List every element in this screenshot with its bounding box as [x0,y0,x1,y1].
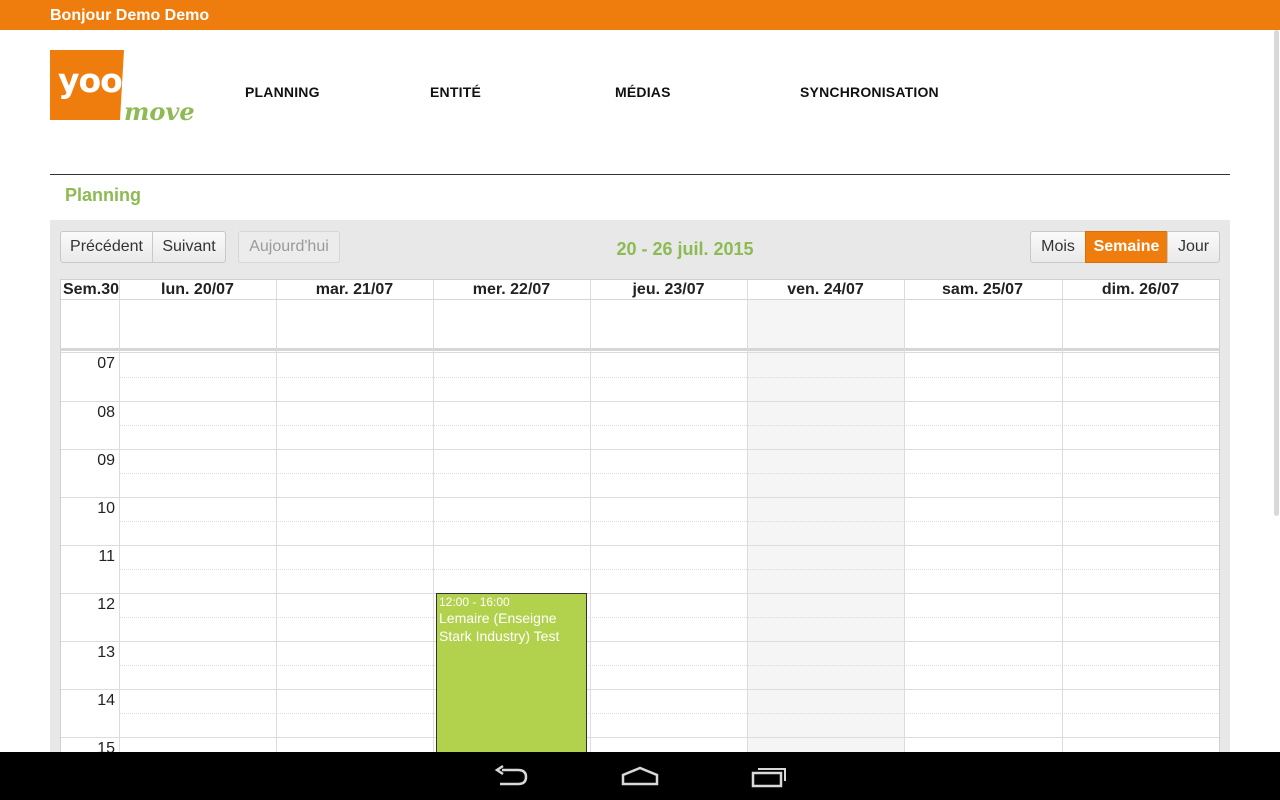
half-hour-line [119,665,1219,666]
today-button[interactable]: Aujourd'hui [238,231,340,263]
day-header-mon: lun. 20/07 [161,281,234,298]
hour-label: 07 [97,355,115,372]
view-week-button[interactable]: Semaine [1085,231,1168,263]
header-divider-line [61,299,1219,300]
week-number-label: Sem.30 [62,281,120,298]
hour-line [61,497,1219,498]
back-icon[interactable] [494,764,530,790]
day-header-sat: sam. 25/07 [942,281,1023,298]
logo-text-yoocan: yoocan [58,61,184,100]
date-range-title: 20 - 26 juil. 2015 [616,239,754,259]
half-hour-line [119,377,1219,378]
week-calendar-grid: Sem.30 lun. 20/07 mar. 21/07 mer. 22/07 … [60,279,1220,759]
next-button[interactable]: Suivant [152,231,226,263]
logo-text-move: move [124,97,195,122]
nav-medias[interactable]: MÉDIAS [615,84,671,100]
greeting-bar: Bonjour Demo Demo [0,0,1280,30]
nav-entite[interactable]: ENTITÉ [430,84,481,100]
all-day-divider [61,348,1219,351]
page-title: Planning [65,185,141,205]
yoocan-move-logo[interactable]: yoocan move [50,50,210,122]
hour-line [61,352,1219,353]
calendar-event[interactable]: 12:00 - 16:00 Lemaire (Enseigne Stark In… [436,593,587,758]
previous-button[interactable]: Précédent [60,231,153,263]
half-hour-line [119,617,1219,618]
view-month-button[interactable]: Mois [1030,231,1086,263]
greeting-text: Bonjour Demo Demo [50,7,210,24]
view-day-button[interactable]: Jour [1167,231,1220,263]
hour-line [61,593,1219,594]
day-header-thu: jeu. 23/07 [632,281,705,298]
half-hour-line [119,713,1219,714]
hour-line [61,689,1219,690]
hour-label: 10 [97,500,115,517]
hour-label: 09 [97,452,115,469]
page-scrollbar[interactable] [1274,30,1279,516]
hour-label: 08 [97,404,115,421]
hour-line [61,737,1219,738]
event-time: 12:00 - 16:00 [439,595,510,609]
nav-planning[interactable]: PLANNING [245,84,320,100]
half-hour-line [119,569,1219,570]
hour-line [61,545,1219,546]
hour-line [61,449,1219,450]
header-divider [50,174,1230,175]
highlighted-day-column [747,300,904,758]
hour-label: 13 [97,644,115,661]
hour-label: 11 [98,548,115,565]
home-icon[interactable] [621,764,659,790]
recent-apps-icon[interactable] [751,764,787,790]
day-header-sun: dim. 26/07 [1101,281,1180,298]
day-header-wed: mer. 22/07 [472,281,551,298]
half-hour-line [119,521,1219,522]
hour-line [61,641,1219,642]
nav-synchronisation[interactable]: SYNCHRONISATION [800,84,939,100]
hour-line [61,401,1219,402]
hour-label: 14 [97,692,115,709]
hour-label: 12 [97,596,115,613]
half-hour-line [119,473,1219,474]
day-header-fri: ven. 24/07 [787,281,864,298]
event-title: Lemaire (Enseigne Stark Industry) Test [439,610,560,644]
day-header-tue: mar. 21/07 [315,281,394,298]
half-hour-line [119,425,1219,426]
